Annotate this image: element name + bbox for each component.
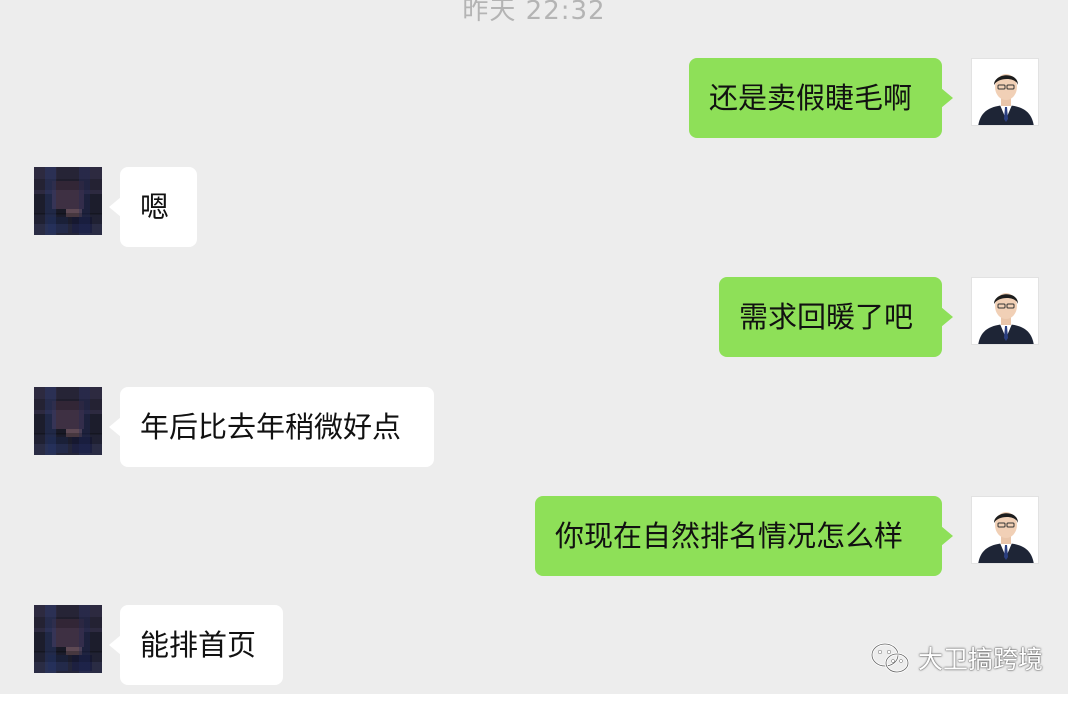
message-row: 你现在自然排名情况怎么样 xyxy=(0,496,1068,578)
contact-avatar[interactable] xyxy=(34,605,102,673)
received-message-bubble[interactable]: 年后比去年稍微好点 xyxy=(109,387,434,467)
message-row: 年后比去年稍微好点 xyxy=(0,387,1068,469)
self-avatar[interactable] xyxy=(971,496,1039,564)
person-in-suit-icon xyxy=(972,59,1038,125)
bottom-edge xyxy=(0,694,1080,705)
chat-area: 昨天 22:32 还是卖假睫毛啊 嗯 需求回暖了吧 年后比去年稍微好点 你现在自… xyxy=(0,0,1068,694)
message-timestamp: 昨天 22:32 xyxy=(462,0,606,26)
sent-message-bubble[interactable]: 你现在自然排名情况怎么样 xyxy=(535,496,953,576)
message-row: 还是卖假睫毛啊 xyxy=(0,58,1068,140)
sent-message-bubble[interactable]: 需求回暖了吧 xyxy=(719,277,953,357)
person-in-suit-icon xyxy=(972,497,1038,563)
watermark-text: 大卫搞跨境 xyxy=(918,645,1044,674)
self-avatar[interactable] xyxy=(971,58,1039,126)
person-in-suit-icon xyxy=(972,278,1038,344)
wechat-icon xyxy=(870,642,910,674)
message-row: 需求回暖了吧 xyxy=(0,277,1068,359)
contact-avatar[interactable] xyxy=(34,167,102,235)
received-message-bubble[interactable]: 嗯 xyxy=(109,167,197,247)
received-message-bubble[interactable]: 能排首页 xyxy=(109,605,283,685)
message-row: 嗯 xyxy=(0,167,1068,249)
self-avatar[interactable] xyxy=(971,277,1039,345)
watermark: 大卫搞跨境 xyxy=(870,640,1043,676)
sent-message-bubble[interactable]: 还是卖假睫毛啊 xyxy=(689,58,953,138)
contact-avatar[interactable] xyxy=(34,387,102,455)
